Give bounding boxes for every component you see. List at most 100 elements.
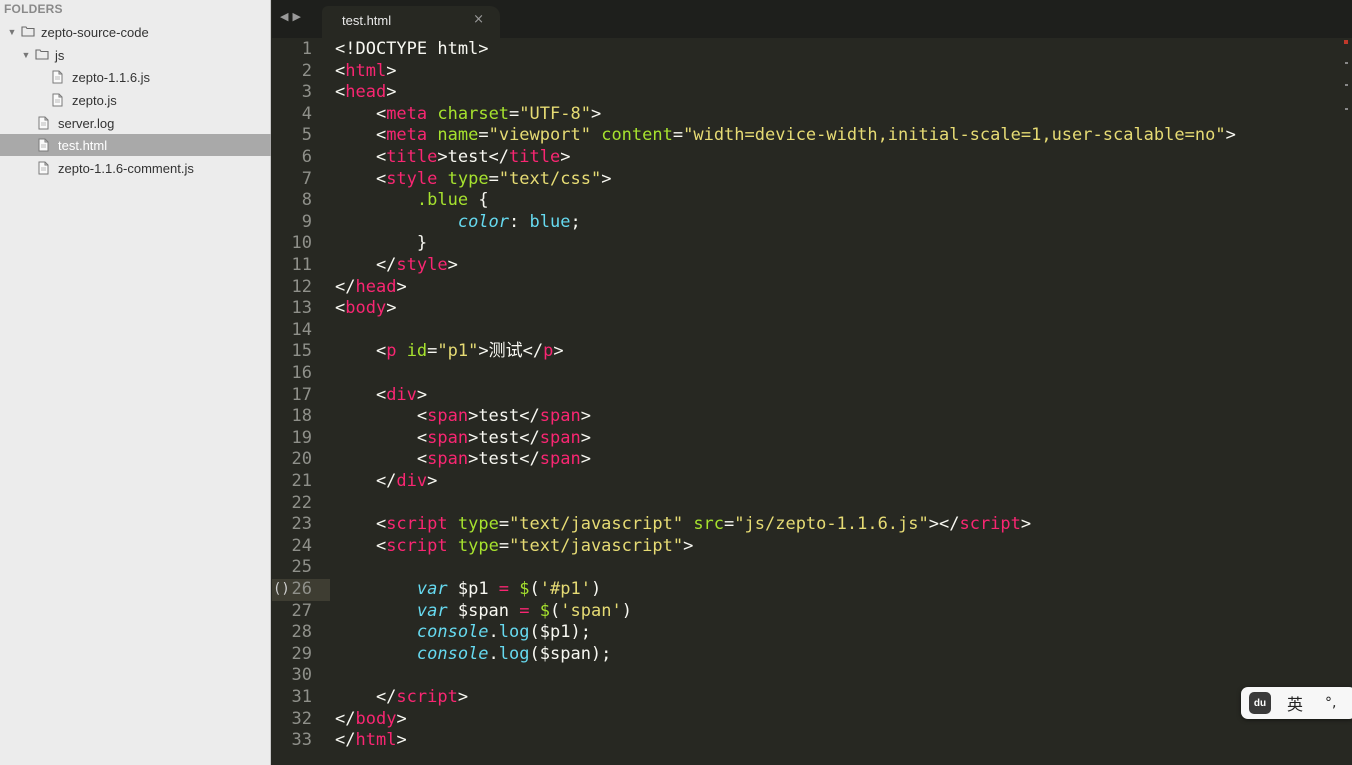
sidebar-file[interactable]: zepto.js	[0, 89, 271, 111]
code-line[interactable]: var $span = $('span')	[335, 601, 632, 623]
code-line[interactable]: <head>	[335, 82, 396, 104]
code-token: >test</	[468, 427, 540, 448]
sidebar-file[interactable]: test.html	[0, 134, 271, 156]
code-token: style	[396, 255, 448, 275]
code-token: color	[457, 211, 510, 232]
code-token: <	[335, 427, 428, 448]
sublime-text-window: FOLDERS ▼ zepto-source-code ▼ js zepto-1.1.6…	[0, 0, 1352, 765]
code-line[interactable]: <style type="text/css">	[335, 168, 612, 191]
line-number: 16	[291, 363, 312, 383]
close-icon[interactable]: ×	[473, 12, 484, 27]
code-line[interactable]: </body>	[335, 709, 407, 731]
code-token: <	[335, 535, 387, 556]
code-token: >test</	[437, 147, 510, 167]
code-line[interactable]: <script type="text/javascript" src="js/z…	[335, 514, 1031, 536]
code-line[interactable]: <script type="text/javascript">	[335, 536, 693, 558]
disclosure-triangle-icon[interactable]: ▼	[20, 50, 32, 60]
code-line[interactable]: var $p1 = $('#p1')	[335, 579, 601, 601]
code-token: title	[386, 147, 438, 167]
code-token: type	[447, 168, 489, 189]
ime-punctuation-toggle[interactable]: °,	[1325, 695, 1336, 711]
line-number: 11	[291, 255, 312, 275]
code-line[interactable]: <!DOCTYPE html>	[335, 39, 489, 61]
line-number: 21	[291, 471, 312, 491]
code-token: >	[386, 60, 397, 81]
code-token: .	[488, 622, 499, 643]
tree-item-label: zepto-1.1.6.js	[72, 69, 151, 85]
code-token: div	[386, 384, 417, 405]
code-token: body	[355, 708, 397, 729]
sidebar-folder[interactable]: ▼ js	[0, 44, 271, 66]
code-line[interactable]: <div>	[335, 385, 427, 407]
line-number: 5	[301, 125, 312, 146]
code-line[interactable]: <span>test</span>	[335, 406, 591, 428]
line-number: 26	[291, 579, 312, 599]
code-token: span	[539, 449, 581, 470]
code-line[interactable]: color: blue;	[335, 212, 581, 234]
tab-nav-arrows: ◀▶	[280, 10, 305, 23]
code-line[interactable]: console.log($p1);	[335, 622, 591, 644]
nav-forward-icon[interactable]: ▶	[292, 10, 304, 23]
code-token: </	[335, 730, 356, 751]
code-token: <	[335, 449, 428, 470]
tree-item-label: js	[55, 47, 65, 63]
code-token: =	[498, 535, 510, 556]
code-token: </	[335, 276, 356, 297]
sidebar: FOLDERS ▼ zepto-source-code ▼ js zepto-1.1.6…	[0, 0, 271, 765]
code-line[interactable]: .blue {	[335, 190, 489, 212]
code-line[interactable]: <body>	[335, 298, 396, 320]
code-token: log	[498, 622, 530, 643]
code-token: $	[519, 579, 530, 599]
line-number: 3	[301, 82, 312, 103]
code-line[interactable]: </script>	[335, 687, 468, 709]
code-token: >	[447, 255, 458, 275]
tab-test-html[interactable]: test.html ×	[322, 6, 500, 38]
disclosure-triangle-icon[interactable]: ▼	[6, 27, 18, 37]
code-line[interactable]: </html>	[335, 730, 407, 752]
code-token: head	[355, 276, 397, 297]
code-token: >	[396, 708, 407, 729]
code-token: <	[335, 82, 346, 103]
sidebar-folder[interactable]: ▼ zepto-source-code	[0, 21, 271, 43]
input-method-widget[interactable]: du 英 °,	[1241, 687, 1352, 719]
tree-item-label: server.log	[58, 115, 115, 131]
line-number: 27	[291, 600, 312, 621]
code-token: span	[427, 449, 469, 470]
line-number: 24	[291, 535, 312, 556]
code-token: span	[427, 427, 469, 448]
code-line[interactable]: </div>	[335, 471, 437, 493]
code-line[interactable]: <meta name="viewport" content="width=dev…	[335, 125, 1236, 147]
code-token: "text/css"	[498, 168, 602, 189]
code-line[interactable]: <meta charset="UTF-8">	[335, 104, 601, 126]
ime-language-toggle[interactable]: 英	[1287, 691, 1303, 715]
sidebar-file[interactable]: zepto-1.1.6-comment.js	[0, 157, 271, 179]
line-number: 1	[301, 39, 312, 59]
code-line[interactable]: </style>	[335, 255, 458, 277]
code-line[interactable]: <title>test</title>	[335, 147, 571, 169]
code-token: >	[553, 341, 564, 362]
code-token: type	[457, 514, 499, 535]
line-number: 14	[291, 319, 312, 340]
nav-back-icon[interactable]: ◀	[280, 10, 292, 23]
code-token: content	[601, 125, 673, 146]
code-line[interactable]: }	[335, 233, 427, 255]
code-line[interactable]: </head>	[335, 277, 407, 299]
line-number: 32	[291, 708, 312, 729]
code-token: $	[539, 600, 551, 621]
code-token: <	[335, 514, 387, 535]
code-line[interactable]: console.log($span);	[335, 644, 612, 666]
code-editor[interactable]: () 1 2 3 4 5 6 7 8 9 10 11 12 13 14 15 16 17 18 19 20 21 22 23 2…	[272, 38, 1352, 765]
code-token: ;	[570, 211, 581, 232]
sidebar-file[interactable]: zepto-1.1.6.js	[0, 66, 271, 88]
code-line[interactable]: <span>test</span>	[335, 428, 591, 450]
code-line[interactable]: <p id="p1">测试</p>	[335, 341, 564, 363]
sidebar-file[interactable]: server.log	[0, 112, 271, 134]
code-token: <	[335, 103, 387, 124]
code-line[interactable]: <span>test</span>	[335, 449, 591, 471]
code-line[interactable]: <html>	[335, 61, 396, 83]
